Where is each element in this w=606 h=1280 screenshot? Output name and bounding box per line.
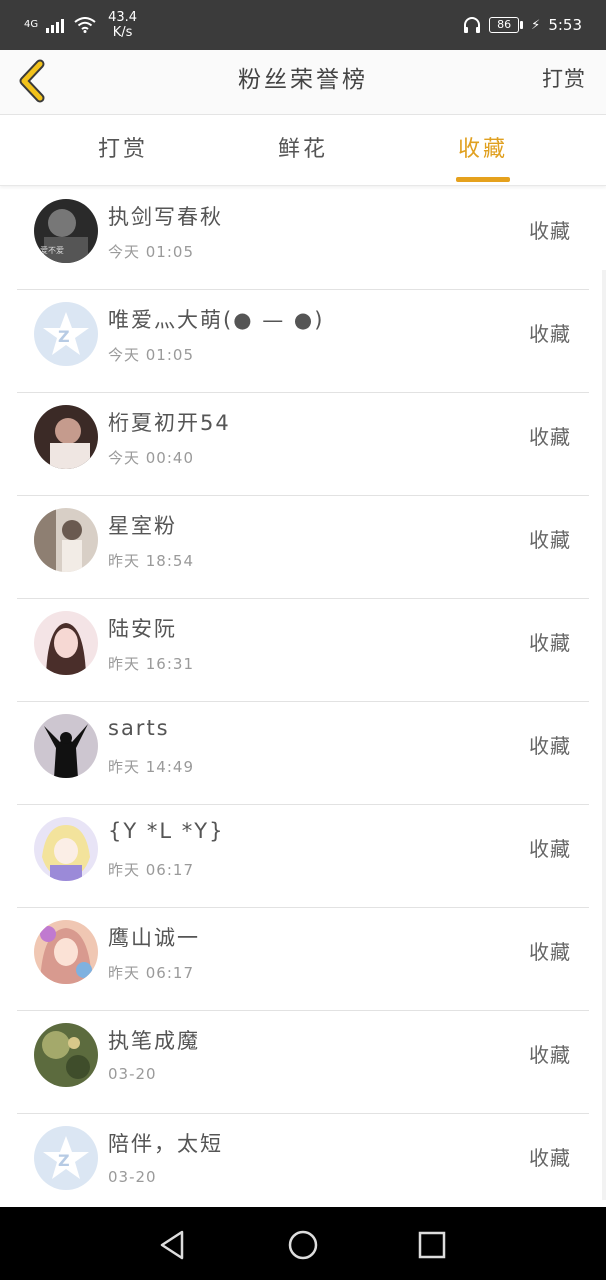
action-label: 收藏 — [529, 940, 571, 964]
fan-time: 昨天 06:17 — [108, 861, 194, 879]
list-item[interactable]: 鹰山诚一 昨天 06:17 收藏 — [17, 908, 589, 1011]
avatar — [34, 508, 98, 572]
avatar — [34, 714, 98, 778]
avatar — [34, 1023, 98, 1087]
square-recents-icon — [418, 1231, 446, 1259]
action-label: 收藏 — [529, 425, 571, 449]
avatar: Z — [34, 302, 98, 366]
fan-time: 昨天 14:49 — [108, 758, 194, 776]
fan-name: 桁夏初开54 — [108, 411, 231, 435]
avatar — [34, 817, 98, 881]
network-speed: 43.4 K/s — [108, 10, 137, 40]
action-label: 收藏 — [529, 734, 571, 758]
reward-button[interactable]: 打赏 — [542, 50, 586, 114]
avatar: Z — [34, 1126, 98, 1190]
list-item[interactable]: 陆安阮 昨天 16:31 收藏 — [17, 599, 589, 702]
action-label: 收藏 — [529, 837, 571, 861]
fan-time: 昨天 18:54 — [108, 552, 194, 570]
status-right: 86 ⚡ 5:53 — [463, 14, 582, 36]
fan-name: 鹰山诚一 — [108, 926, 200, 950]
nav-recents-button[interactable] — [412, 1225, 452, 1265]
fan-name: {Y *L *Y} — [108, 819, 225, 843]
action-label: 收藏 — [529, 219, 571, 243]
fan-name: 唯爱灬大萌(● — ●) — [108, 308, 325, 332]
status-left: 4G 43.4 K/s — [24, 10, 137, 40]
action-label: 收藏 — [529, 631, 571, 655]
fan-time: 今天 01:05 — [108, 346, 194, 364]
fan-name: 陪伴，太短 — [108, 1132, 223, 1156]
speed-unit: K/s — [112, 25, 133, 40]
avatar — [34, 920, 98, 984]
fan-time: 今天 00:40 — [108, 449, 194, 467]
svg-text:爱不爱: 爱不爱 — [40, 246, 64, 255]
battery-indicator: 86 — [489, 17, 524, 33]
list-item[interactable]: Z 陪伴，太短 03-20 收藏 — [17, 1114, 589, 1207]
active-tab-indicator — [456, 177, 510, 182]
fan-time: 昨天 16:31 — [108, 655, 194, 673]
fan-name: sarts — [108, 716, 170, 740]
fan-time: 03-20 — [108, 1168, 157, 1186]
action-label: 收藏 — [529, 1146, 571, 1170]
svg-text:Z: Z — [58, 1151, 70, 1170]
action-label: 收藏 — [529, 1043, 571, 1067]
charging-icon: ⚡ — [531, 17, 541, 33]
tab-favorites[interactable]: 收藏 — [423, 115, 543, 185]
status-bar: 4G 43.4 K/s 86 ⚡ 5:53 — [0, 0, 606, 50]
fan-time: 今天 01:05 — [108, 243, 194, 261]
fan-name: 执笔成魔 — [108, 1029, 200, 1053]
headphone-icon — [464, 17, 481, 33]
avatar — [34, 611, 98, 675]
nav-home-button[interactable] — [283, 1225, 323, 1265]
list-item[interactable]: 执笔成魔 03-20 收藏 — [17, 1011, 589, 1114]
nav-back-button[interactable] — [154, 1225, 194, 1265]
fan-name: 星室粉 — [108, 514, 177, 538]
avatar — [34, 405, 98, 469]
fan-list: 爱不爱 执剑写春秋 今天 01:05 收藏 Z 唯爱灬大萌(● — ●) 今天 … — [17, 187, 589, 1207]
tab-flowers[interactable]: 鲜花 — [243, 115, 363, 185]
action-label: 收藏 — [529, 322, 571, 346]
tab-bar: 打赏 鲜花 收藏 — [0, 115, 606, 186]
tab-reward[interactable]: 打赏 — [63, 115, 183, 185]
speed-value: 43.4 — [108, 10, 138, 25]
system-nav-bar — [0, 1207, 606, 1280]
list-item[interactable]: Z 唯爱灬大萌(● — ●) 今天 01:05 收藏 — [17, 290, 589, 393]
fan-name: 陆安阮 — [108, 617, 177, 641]
list-item[interactable]: sarts 昨天 14:49 收藏 — [17, 702, 589, 805]
clock: 5:53 — [548, 16, 582, 34]
circle-home-icon — [288, 1230, 318, 1260]
scrollbar[interactable] — [602, 270, 606, 1200]
fan-name: 执剑写春秋 — [108, 205, 223, 229]
network-type: 4G — [24, 19, 39, 30]
action-label: 收藏 — [529, 528, 571, 552]
list-item[interactable]: 星室粉 昨天 18:54 收藏 — [17, 496, 589, 599]
wifi-icon — [74, 17, 96, 33]
fan-time: 昨天 06:17 — [108, 964, 194, 982]
svg-text:Z: Z — [58, 327, 70, 346]
list-item[interactable]: 桁夏初开54 今天 00:40 收藏 — [17, 393, 589, 496]
triangle-back-icon — [160, 1230, 184, 1260]
page-title: 粉丝荣誉榜 — [238, 67, 368, 93]
app-header: 粉丝荣誉榜 打赏 — [0, 50, 606, 115]
avatar: 爱不爱 — [34, 199, 98, 263]
list-item[interactable]: {Y *L *Y} 昨天 06:17 收藏 — [17, 805, 589, 908]
signal-icon — [46, 19, 65, 33]
list-item[interactable]: 爱不爱 执剑写春秋 今天 01:05 收藏 — [17, 187, 589, 290]
fan-time: 03-20 — [108, 1065, 157, 1083]
